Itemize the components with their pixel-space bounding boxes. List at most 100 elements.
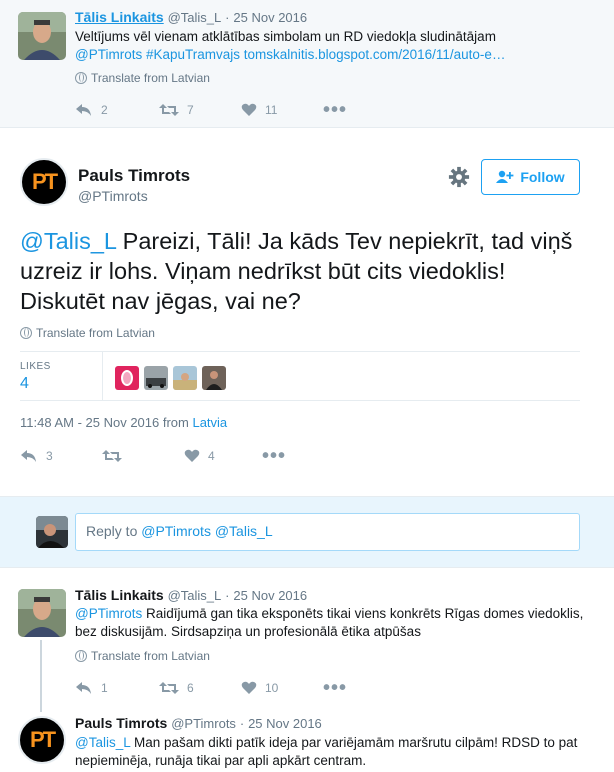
tweet-actions: 2 7 11 ••• — [75, 100, 347, 120]
reply-placeholder: Reply to — [86, 523, 142, 539]
retweet-button[interactable]: 7 — [159, 103, 241, 117]
tweet-body: Man pašam dikti patīk ideja par variējam… — [75, 735, 578, 768]
translate-link[interactable]: Translate from Latvian — [75, 649, 210, 663]
follow-label: Follow — [520, 169, 565, 185]
avatar[interactable]: PT — [18, 716, 66, 764]
stats-divider — [102, 352, 103, 400]
location-link[interactable]: Latvia — [192, 415, 227, 430]
globe-icon — [75, 650, 87, 662]
reply-icon — [76, 682, 91, 694]
reply-icon — [76, 104, 91, 116]
more-dots-icon: ••• — [323, 677, 348, 699]
more-dots-icon: ••• — [262, 445, 287, 467]
tweet-header: Tālis Linkaits @Talis_L · 25 Nov 2016 — [75, 9, 307, 25]
mention-link[interactable]: @Talis_L — [20, 228, 116, 254]
retweet-button[interactable] — [102, 449, 184, 463]
follow-button[interactable]: Follow — [481, 159, 580, 195]
tweet-date[interactable]: 25 Nov 2016 — [233, 588, 307, 603]
heart-icon — [241, 681, 257, 694]
mention-link[interactable]: @PTimrots — [75, 47, 142, 62]
tweet-header: Tālis Linkaits @Talis_L · 25 Nov 2016 — [75, 587, 307, 603]
author-handle[interactable]: @Talis_L — [168, 588, 222, 603]
liker-avatar[interactable] — [115, 366, 139, 390]
like-count: 4 — [208, 449, 215, 463]
author-handle[interactable]: @PTimrots — [171, 716, 236, 731]
like-count: 10 — [265, 681, 279, 695]
reply-count: 3 — [46, 449, 53, 463]
thread-connector — [40, 640, 42, 712]
reply-button[interactable]: 2 — [75, 103, 159, 117]
tweet-text: Veltījums vēl vienam atklātības simbolam… — [75, 28, 595, 64]
translate-label: Translate from Latvian — [91, 71, 210, 85]
tweet-text: @PTimrots Raidījumā gan tika eksponēts t… — [75, 605, 595, 641]
like-button[interactable]: 4 — [184, 449, 262, 463]
liker-avatar[interactable] — [144, 366, 168, 390]
reply-count: 1 — [101, 681, 108, 695]
author-name[interactable]: Pauls Timrots — [75, 715, 167, 731]
avatar-initials: PT — [31, 169, 58, 194]
retweet-count: 7 — [187, 103, 194, 117]
likes-count[interactable]: 4 — [20, 375, 29, 393]
more-button[interactable]: ••• — [262, 446, 286, 466]
avatar[interactable]: PT — [20, 158, 68, 206]
tweet-actions: 1 6 10 ••• — [75, 678, 347, 698]
tweet-header: Pauls Timrots @PTimrots · 25 Nov 2016 — [75, 715, 322, 731]
more-dots-icon: ••• — [323, 99, 348, 121]
author-handle[interactable]: @Talis_L — [168, 10, 222, 25]
more-button[interactable]: ••• — [323, 100, 347, 120]
tweet-stats: LIKES 4 — [20, 351, 580, 401]
avatar-initials: PT — [29, 727, 56, 752]
translate-label: Translate from Latvian — [36, 326, 155, 340]
reply-button[interactable]: 1 — [75, 681, 159, 695]
tweet-date[interactable]: 25 Nov 2016 — [233, 10, 307, 25]
separator: · — [225, 588, 230, 603]
like-count: 11 — [265, 103, 278, 117]
translate-link[interactable]: Translate from Latvian — [75, 71, 210, 85]
like-button[interactable]: 10 — [241, 681, 323, 695]
reply-composer: Reply to @PTimrots @Talis_L — [0, 496, 614, 568]
heart-icon — [184, 449, 200, 462]
retweet-count: 6 — [187, 681, 194, 695]
liker-avatar[interactable] — [173, 366, 197, 390]
globe-icon — [75, 72, 87, 84]
like-button[interactable]: 11 — [241, 103, 323, 117]
tweet-actions: 3 4 ••• — [20, 446, 286, 466]
mention-link[interactable]: @Talis_L — [75, 735, 130, 750]
retweet-button[interactable]: 6 — [159, 681, 241, 695]
retweet-icon — [159, 104, 179, 116]
likes-label: LIKES — [20, 361, 51, 372]
tweet-timestamp: 11:48 AM - 25 Nov 2016 from Latvia — [20, 415, 227, 430]
avatar[interactable] — [18, 12, 66, 60]
parent-tweet[interactable]: Tālis Linkaits @Talis_L · 25 Nov 2016 Ve… — [0, 0, 614, 128]
author-handle[interactable]: @PTimrots — [78, 188, 148, 204]
reply-button[interactable]: 3 — [20, 449, 102, 463]
more-button[interactable]: ••• — [323, 678, 347, 698]
tweet-body: Raidījumā gan tika eksponēts tikai viens… — [75, 606, 584, 639]
mention-link[interactable]: @PTimrots — [75, 606, 142, 621]
author-name[interactable]: Pauls Timrots — [78, 166, 190, 186]
author-name[interactable]: Tālis Linkaits — [75, 9, 164, 25]
reply-input[interactable]: Reply to @PTimrots @Talis_L — [75, 513, 580, 551]
translate-link[interactable]: Translate from Latvian — [20, 326, 155, 340]
hashtag-link[interactable]: #KapuTramvajs — [146, 47, 240, 62]
gear-icon[interactable] — [448, 166, 470, 188]
reply-icon — [21, 450, 36, 462]
translate-label: Translate from Latvian — [91, 649, 210, 663]
retweet-icon — [102, 450, 122, 462]
tweet-date[interactable]: 25 Nov 2016 — [248, 716, 322, 731]
timestamp-text[interactable]: 11:48 AM - 25 Nov 2016 from — [20, 415, 192, 430]
retweet-icon — [159, 682, 179, 694]
url-link[interactable]: tomskalnitis.blogspot.com/2016/11/auto-e… — [244, 47, 506, 62]
avatar[interactable] — [18, 589, 66, 637]
liker-avatar[interactable] — [202, 366, 226, 390]
current-user-avatar[interactable] — [36, 516, 68, 548]
add-user-icon — [496, 170, 514, 183]
tweet-text-line: Veltījums vēl vienam atklātības simbolam… — [75, 29, 496, 44]
heart-icon — [241, 103, 257, 116]
separator: · — [239, 716, 245, 731]
tweet-text: @Talis_L Pareizi, Tāli! Ja kāds Tev nepi… — [20, 226, 580, 316]
reply-count: 2 — [101, 103, 108, 117]
author-name[interactable]: Tālis Linkaits — [75, 587, 164, 603]
globe-icon — [20, 327, 32, 339]
tweet-text: @Talis_L Man pašam dikti patīk ideja par… — [75, 734, 595, 770]
